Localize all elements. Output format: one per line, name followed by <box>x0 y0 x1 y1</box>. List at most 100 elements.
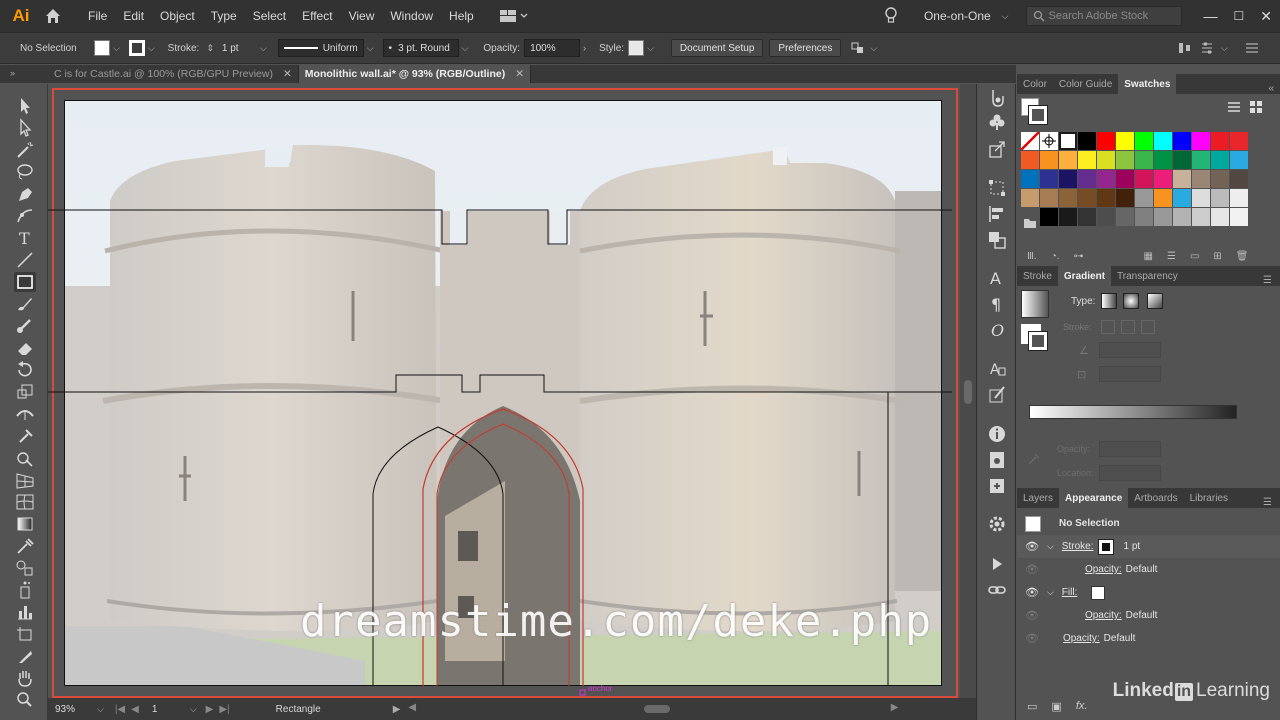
scale-tool-icon[interactable] <box>14 382 36 402</box>
scroll-right-icon[interactable]: ▶ <box>891 702 899 713</box>
perspective-grid-tool-icon[interactable] <box>14 470 36 490</box>
swatch-cell[interactable] <box>1173 189 1191 207</box>
zoom-field[interactable]: 93% <box>50 700 86 718</box>
artboard-number-field[interactable]: 1 <box>146 700 187 718</box>
swatch-cell[interactable] <box>1097 189 1115 207</box>
swatch-cell[interactable] <box>1059 132 1077 150</box>
pen-tool-icon[interactable] <box>14 184 36 204</box>
status-menu-icon[interactable]: ▶ <box>393 704 401 715</box>
home-icon[interactable] <box>44 7 62 25</box>
paintbrush-tool-icon[interactable] <box>14 294 36 314</box>
zoom-tool-icon[interactable] <box>14 690 36 710</box>
swatch-cell[interactable] <box>1154 170 1172 188</box>
swatch-cell[interactable] <box>1021 151 1039 169</box>
profile-dropdown-icon[interactable]: ⌵ <box>364 43 377 54</box>
gradient-stroke-swatch[interactable] <box>1028 331 1048 351</box>
swatch-cell[interactable] <box>1116 170 1134 188</box>
direct-selection-tool-icon[interactable] <box>14 118 36 138</box>
blend-tool-icon[interactable] <box>14 558 36 578</box>
stroke-weight-dropdown-icon[interactable]: ⌵ <box>257 43 270 54</box>
stroke-along-icon[interactable] <box>1121 320 1135 334</box>
anchor-point[interactable] <box>579 689 586 696</box>
stroke-dropdown-icon[interactable]: ⌵ <box>145 43 158 54</box>
tab-color[interactable]: Color <box>1017 74 1053 94</box>
add-effect-icon[interactable]: fx. <box>1076 700 1088 712</box>
appearance-stroke-row[interactable]: 👁 ⌵ Stroke: 1 pt <box>1017 535 1280 558</box>
swatch-cell[interactable] <box>1173 151 1191 169</box>
swatch-cell[interactable] <box>1173 208 1191 226</box>
club-symbols-icon[interactable] <box>987 112 1007 132</box>
stroke-color-swatch[interactable] <box>1028 105 1048 125</box>
tab-layers[interactable]: Layers <box>1017 488 1059 508</box>
zoom-dropdown-icon[interactable]: ⌵ <box>94 704 107 715</box>
delete-swatch-icon[interactable]: 🗑 <box>1236 251 1249 262</box>
transform-panel-icon[interactable] <box>987 178 1007 198</box>
stroke-value[interactable]: 1 pt <box>1123 541 1140 552</box>
panel-menu-icon[interactable]: ☰ <box>1263 275 1280 286</box>
graphic-style-swatch[interactable] <box>628 40 645 56</box>
swatch-cell[interactable] <box>1078 208 1096 226</box>
swatch-cell[interactable] <box>1116 132 1134 150</box>
swatch-cell[interactable] <box>1135 170 1153 188</box>
selection-tool-icon[interactable] <box>14 96 36 116</box>
swatch-grid[interactable] <box>1021 132 1251 228</box>
new-swatch-icon[interactable]: ⊞ <box>1213 251 1221 262</box>
export-icon[interactable] <box>987 140 1007 160</box>
style-dropdown-icon[interactable]: ⌵ <box>644 43 657 54</box>
rectangle-tool-button[interactable] <box>14 272 36 292</box>
tab-castle-doc[interactable]: C is for Castle.ai @ 100% (RGB/GPU Previ… <box>48 65 299 83</box>
line-tool-icon[interactable] <box>14 250 36 270</box>
width-tool-icon[interactable] <box>14 404 36 424</box>
swatch-cell[interactable] <box>1097 208 1115 226</box>
brush-definition[interactable]: • 3 pt. Round <box>382 39 459 57</box>
chevron-down-icon[interactable]: ⌵ <box>999 11 1012 22</box>
artboard-dropdown-icon[interactable]: ⌵ <box>187 704 200 715</box>
opacity-field[interactable]: 100% <box>524 39 581 57</box>
gradient-eyedropper-icon[interactable] <box>1027 450 1041 466</box>
last-artboard-icon[interactable]: ▶| <box>219 704 229 715</box>
hand-tool-icon[interactable] <box>14 668 36 688</box>
swatch-cell[interactable] <box>1230 170 1248 188</box>
swatch-cell[interactable] <box>1192 189 1210 207</box>
document-setup-button[interactable]: Document Setup <box>670 39 764 57</box>
stroke-label[interactable]: Stroke: <box>1062 541 1094 552</box>
stroke-stepper-icon[interactable]: ⇕ <box>203 43 217 54</box>
swatch-options2-icon[interactable]: ☰ <box>1167 251 1176 262</box>
type-tool-icon[interactable]: T <box>14 228 36 248</box>
lasso-tool-icon[interactable] <box>14 162 36 182</box>
opacity-label[interactable]: Opacity: <box>1063 633 1100 644</box>
next-artboard-icon[interactable]: ▶ <box>206 704 214 715</box>
swatch-cell[interactable] <box>1116 208 1134 226</box>
character-icon[interactable]: A <box>987 268 1007 288</box>
puppet-warp-tool-icon[interactable] <box>14 426 36 446</box>
close-icon[interactable]: ✕ <box>515 68 524 80</box>
swatch-cell[interactable] <box>1154 132 1172 150</box>
scroll-left-icon[interactable]: ◀ <box>408 702 416 713</box>
location-field[interactable] <box>1099 465 1161 481</box>
info-icon[interactable] <box>987 424 1007 444</box>
swatch-cell[interactable] <box>1154 189 1172 207</box>
visibility-eye-icon[interactable]: 👁 <box>1025 563 1039 576</box>
links-chain-icon[interactable] <box>987 580 1007 600</box>
variable-width-profile[interactable]: Uniform <box>277 39 364 57</box>
menu-object[interactable]: Object <box>152 9 203 23</box>
menu-view[interactable]: View <box>341 9 383 23</box>
swatch-cell[interactable] <box>1211 132 1229 150</box>
close-icon[interactable]: ✕ <box>283 68 292 80</box>
brush-dropdown-icon[interactable]: ⌵ <box>459 43 472 54</box>
radial-gradient-button[interactable] <box>1123 293 1139 309</box>
swatch-cell[interactable] <box>1154 208 1172 226</box>
swatch-cell[interactable] <box>1078 189 1096 207</box>
menu-edit[interactable]: Edit <box>115 9 152 23</box>
arrange-documents-icon[interactable] <box>499 9 528 23</box>
visibility-eye-icon[interactable]: 👁 <box>1025 609 1039 622</box>
artboard-tool-icon[interactable] <box>14 624 36 644</box>
tab-monolithic-wall[interactable]: Monolithic wall.ai* @ 93% (RGB/Outline) … <box>298 65 532 83</box>
registration-swatch[interactable] <box>1040 132 1058 150</box>
preferences-button[interactable]: Preferences <box>769 39 842 57</box>
angle-field[interactable] <box>1099 342 1161 358</box>
tab-gradient[interactable]: Gradient <box>1057 266 1112 286</box>
swatch-cell[interactable] <box>1097 170 1115 188</box>
eyedropper-tool-icon[interactable] <box>14 536 36 556</box>
canvas-area[interactable]: anchor dreamstime.com/deke.php <box>48 84 976 698</box>
